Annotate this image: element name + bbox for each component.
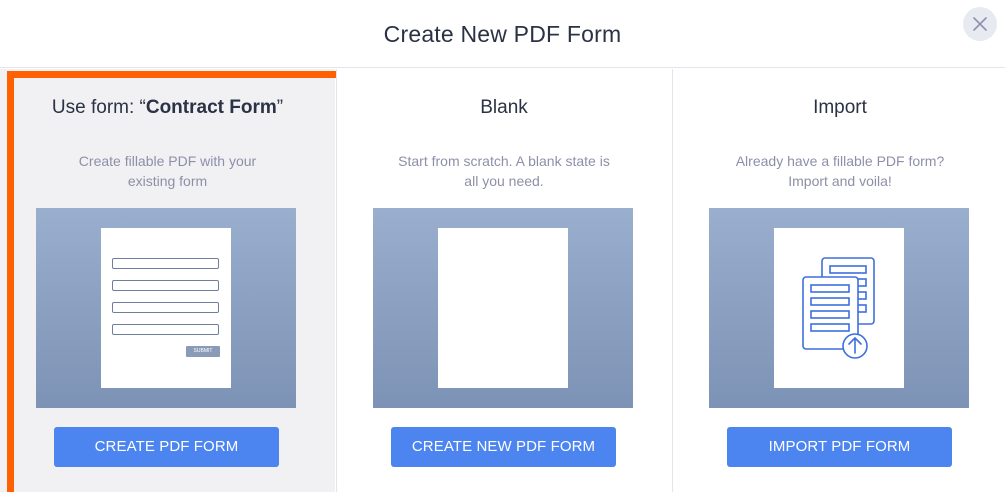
use-form-preview: SUBMIT	[36, 208, 296, 408]
close-icon	[973, 17, 987, 31]
blank-card-title: Blank	[480, 97, 528, 118]
preview-field	[112, 324, 219, 335]
import-card-title: Import	[813, 97, 867, 118]
preview-field	[112, 280, 219, 291]
preview-submit-button: SUBMIT	[186, 346, 220, 357]
preview-field	[112, 302, 219, 313]
blank-card-description: Start from scratch. A blank state is all…	[398, 153, 610, 189]
use-form-card-description: Create fillable PDF with your existing f…	[78, 153, 257, 189]
import-card[interactable]: Import Already have a fillable PDF form?…	[672, 69, 1005, 492]
use-form-card-title: Use form: “Contract Form”	[0, 97, 335, 119]
create-pdf-form-button[interactable]: CREATE PDF FORM	[54, 427, 279, 467]
import-preview	[709, 208, 969, 408]
use-form-title-prefix: Use form: “	[51, 97, 146, 118]
modal-title: Create New PDF Form	[383, 21, 622, 47]
modal-header: Create New PDF Form	[0, 0, 1005, 68]
import-card-description: Already have a fillable PDF form? Import…	[735, 153, 945, 189]
preview-field	[112, 258, 219, 269]
close-button[interactable]	[963, 7, 997, 41]
use-form-title-name: Contract Form	[145, 97, 277, 118]
create-new-pdf-form-button[interactable]: CREATE NEW PDF FORM	[391, 427, 616, 467]
use-form-card[interactable]: Use form: “Contract Form” Create fillabl…	[0, 69, 343, 492]
import-pdf-form-button[interactable]: IMPORT PDF FORM	[727, 427, 952, 467]
blank-card[interactable]: Blank Start from scratch. A blank state …	[336, 69, 671, 492]
blank-page	[438, 228, 568, 388]
blank-preview	[373, 208, 633, 408]
import-page	[774, 228, 904, 388]
use-form-title-suffix: ”	[276, 97, 284, 118]
import-document-icon	[802, 257, 875, 359]
form-preview-page: SUBMIT	[101, 228, 231, 388]
